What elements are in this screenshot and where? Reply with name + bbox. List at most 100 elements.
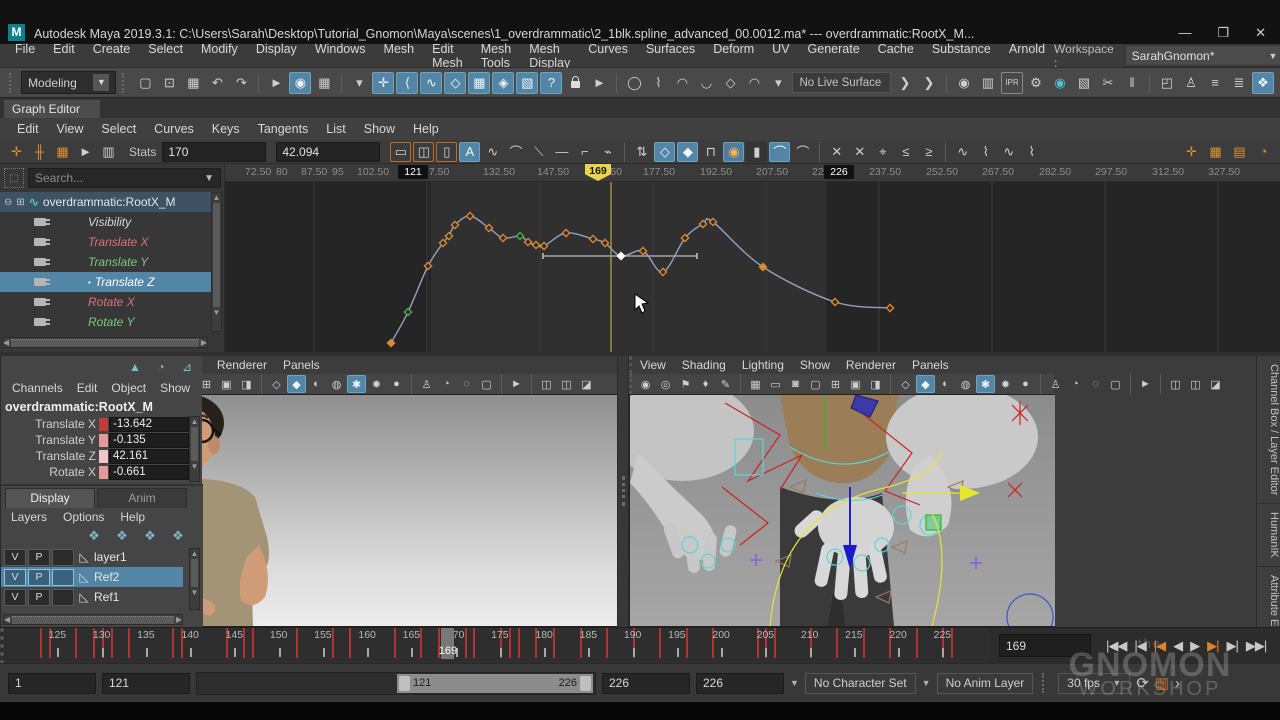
outliner-root-node[interactable]: ⊖ ⊞ ∿ overdrammatic:RootX_M [0,192,212,212]
smooth-curve-icon[interactable]: ∿ [998,142,1019,162]
use-all-lights-icon[interactable]: ◍ [327,375,346,393]
menu-edit[interactable]: Edit [70,381,105,395]
menu-substance[interactable]: Substance [923,42,1000,70]
new-scene-icon[interactable]: ▢ [134,72,156,94]
menu-curves[interactable]: Curves [145,122,203,136]
use-all-lights-icon[interactable]: ◍ [956,375,975,393]
menu-surfaces[interactable]: Surfaces [637,42,704,70]
gate-mask-icon[interactable]: ▢ [806,375,825,393]
pin-channel-icon[interactable]: ✛ [1181,142,1202,162]
four-pane-layout-icon[interactable]: ≣ [1228,72,1250,94]
shadows-icon[interactable]: ● [387,375,406,393]
channel-value-field[interactable]: -0.135 [109,433,189,448]
curve-snap-icon[interactable]: ⌇ [647,72,669,94]
flat-tangent-icon[interactable]: — [551,142,572,162]
pane-layout-1-icon[interactable]: ◫ [1166,375,1185,393]
viewport-select-icon[interactable]: ► [1136,375,1155,393]
step-forward-frame-button[interactable]: ▶| [1224,638,1241,654]
time-slider[interactable]: 1251301351401451501551601651701751801851… [0,628,989,664]
snap-time-icon[interactable]: ⌒ [769,142,790,162]
snap-plane-icon[interactable]: ◇ [444,72,466,94]
select-object-icon[interactable]: ◉ [289,72,311,94]
range-slider-active[interactable]: 121 226 [397,674,593,693]
step-forward-key-button[interactable]: ▶| [1204,638,1221,654]
step-back-key-button[interactable]: |◀ [1151,638,1168,654]
motion-blur-icon[interactable]: ✹ [367,375,386,393]
break-tangents-icon[interactable]: ◇ [654,142,675,162]
layer-extra-cell[interactable] [52,549,74,566]
isolate-select-icon[interactable]: ♙ [1046,375,1065,393]
menu-display[interactable]: Display [247,42,306,70]
snap-value-icon[interactable]: ⌒ [792,142,813,162]
workspace-layers-icon[interactable]: ❖ [1252,72,1274,94]
resolution-gate-icon[interactable]: ◙ [786,375,805,393]
menu-show[interactable]: Show [792,358,838,372]
center-current-time-icon[interactable]: ▯ [436,142,457,162]
menu-mesh-display[interactable]: Mesh Display [520,42,579,70]
film-gate-icon[interactable]: ▭ [766,375,785,393]
expand-right-icon[interactable]: ❯ [918,72,940,94]
post-infinity-icon[interactable]: ≥ [918,142,939,162]
menu-create[interactable]: Create [84,42,140,70]
image-plane-icon[interactable]: ♦ [696,375,715,393]
pane-layout-2-icon[interactable]: ◫ [557,375,576,393]
animation-end-field[interactable]: 226 [696,673,784,694]
outliner-vscrollbar[interactable]: ▲▼ [211,192,222,332]
menu-deform[interactable]: Deform [704,42,763,70]
current-frame-marker[interactable]: 169 [585,164,611,181]
free-tangent-weight-icon[interactable]: ⊓ [700,142,721,162]
xray-icon[interactable]: ◔ [1066,375,1085,393]
toolbar-grip[interactable] [122,73,128,93]
motion-blur-icon[interactable]: ✹ [996,375,1015,393]
shadows-icon[interactable]: ● [1016,375,1035,393]
time-sync-icon[interactable]: ◉ [723,142,744,162]
clamped-tangent-icon[interactable]: ⌒ [505,142,526,162]
linear-tangent-icon[interactable]: ⟍ [528,142,549,162]
help-snap-icon[interactable]: ? [540,72,562,94]
menu-object[interactable]: Object [104,381,153,395]
live-surface-field[interactable]: No Live Surface [792,72,891,93]
graph-editor-tab[interactable]: Graph Editor [4,100,100,118]
graph-editor-canvas[interactable]: 72.508087.5095102.50117.50132.50147.5016… [225,164,1280,352]
layer-list-hscrollbar[interactable]: ◀▶ [3,614,183,625]
outliner-item-translate-z[interactable]: ▪Translate Z [0,272,212,292]
menu-edit[interactable]: Edit [8,122,48,136]
lock-selection-icon[interactable] [564,72,586,94]
move-layer-down-icon[interactable]: ❖ [113,528,131,544]
filter-curve-icon[interactable]: ⌇ [1021,142,1042,162]
insert-keys-icon[interactable]: ╫ [29,142,50,162]
graph-editor-ruler[interactable]: 72.508087.5095102.50117.50132.50147.5016… [225,164,1280,182]
layer-extra-cell[interactable] [52,569,74,586]
safe-action-icon[interactable]: ▣ [217,375,236,393]
isolate-select-icon[interactable]: ♙ [417,375,436,393]
playback-loop-icon[interactable]: ⟳ [1136,674,1149,692]
channel-box-vscrollbar[interactable]: ▲▼ [189,416,200,482]
menu-mesh-tools[interactable]: Mesh Tools [472,42,521,70]
sidebar-tab-channel-box-layer-editor[interactable]: Channel Box / Layer Editor [1257,356,1280,504]
collapse-icon[interactable]: ⊖ [4,197,12,208]
sidebar-tab-humanik[interactable]: HumanIK [1257,504,1280,567]
layer-extra-cell[interactable] [52,589,74,606]
tab-anim[interactable]: Anim [97,488,187,508]
tab-display[interactable]: Display [5,488,95,508]
range-tag[interactable]: 121 [398,165,428,179]
character-set-select[interactable]: No Character Set [805,673,916,694]
speed-ramp-icon[interactable]: ⊿ [178,358,196,376]
highlight-selection-icon[interactable]: ► [588,72,610,94]
time-editor-icon[interactable]: ◔ [1253,142,1274,162]
spline-tangent-icon[interactable]: ∿ [482,142,503,162]
outliner-item-visibility[interactable]: Visibility [0,212,212,232]
menu-keys[interactable]: Keys [203,122,249,136]
outliner-item-translate-x[interactable]: Translate X [0,232,212,252]
create-empty-layer-icon[interactable]: ❖ [141,528,159,544]
channel-value-field[interactable]: -0.661 [109,465,189,480]
surface-snap-icon[interactable]: ◡ [695,72,717,94]
layer-row-layer1[interactable]: VP◺layer1 [1,547,183,567]
trax-editor-icon[interactable]: ▤ [1229,142,1250,162]
insert-key-tool-icon[interactable]: ⌖ [872,142,893,162]
graph-editor-curve-area[interactable] [225,182,1280,352]
shaded-mode-icon[interactable]: ◆ [916,375,935,393]
playback-start-field[interactable]: 121 [102,673,190,694]
menu-shading[interactable]: Shading [674,358,734,372]
current-frame-field[interactable]: 169 [999,634,1091,657]
